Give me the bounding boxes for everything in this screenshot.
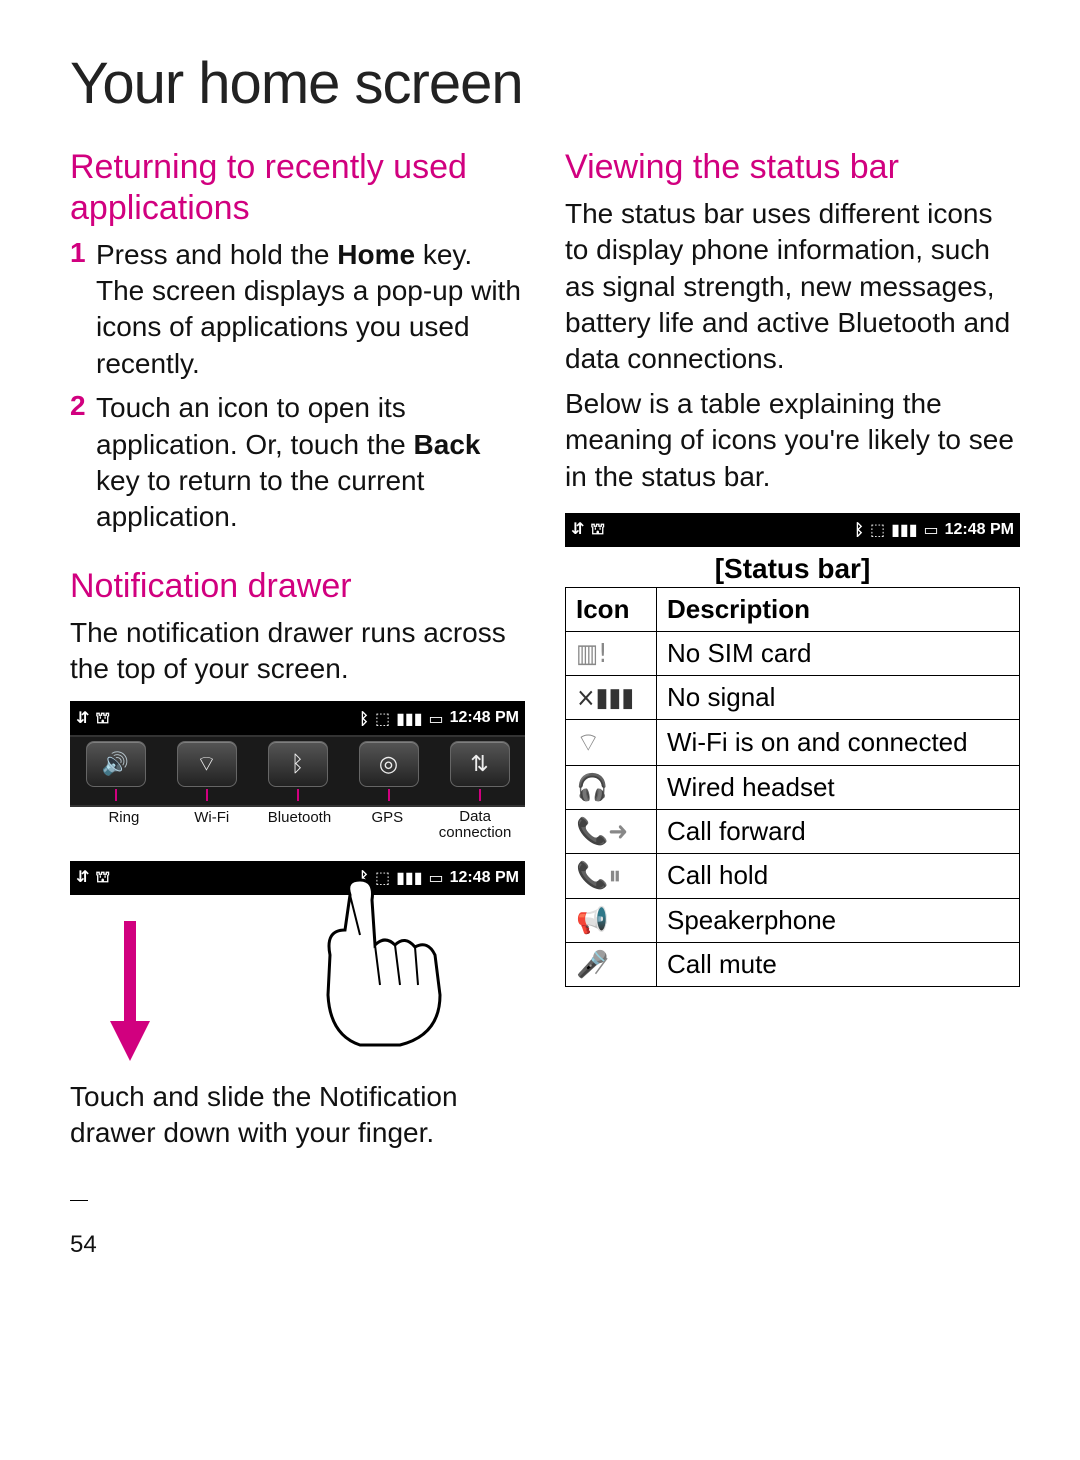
page-number: 54 [70,1231,1020,1259]
data-status-icon: ⬚ [375,709,390,728]
speakerphone-icon: 📢 [576,906,608,936]
call-mute-icon: 🎤̷ [576,950,608,980]
returning-heading: Returning to recently used applications [70,147,525,229]
battery-status-icon: ▭ [924,520,939,539]
bluetooth-status-icon: ᛒ [854,520,864,539]
status-time-1: 12:48 PM [450,709,519,727]
notification-drawer-body: The notification drawer runs across the … [70,615,525,688]
header-icon: Icon [566,587,657,631]
table-row: 🎧 Wired headset [566,765,1020,809]
data-toggle[interactable]: ⇅ [434,737,525,805]
step-1-bold: Home [337,239,415,270]
status-bar-caption: [Status bar] [565,553,1020,585]
status-bar-sample-3: ⇵ ⛫ ᛒ ⬚ ▮▮▮ ▭ 12:48 PM [565,513,1020,547]
debug-icon: ⛫ [95,867,110,888]
header-description: Description [657,587,1020,631]
ring-toggle-label: Ring [80,809,168,841]
quick-toggle-row: 🔊 ⌔ ᛒ ◎ ⇅ [70,735,525,807]
wifi-icon: ⌔ [196,750,217,778]
no-signal-icon: ×▮▮▮ [576,683,634,713]
usb-icon: ⇵ [76,867,89,888]
usb-icon: ⇵ [76,708,89,729]
call-mute-desc: Call mute [657,942,1020,986]
viewing-status-bar-body-2: Below is a table explaining the meaning … [565,386,1020,495]
ring-toggle[interactable]: 🔊 [70,737,161,805]
step-2-post: key to return to the current application… [96,465,424,532]
bluetooth-status-icon: ᛒ [359,709,369,728]
step-1-pre: Press and hold the [96,239,337,270]
table-header-row: Icon Description [566,587,1020,631]
call-forward-desc: Call forward [657,809,1020,853]
no-signal-desc: No signal [657,675,1020,719]
battery-status-icon: ▭ [429,709,444,728]
hand-pointer-icon [290,875,470,1055]
table-row: 📞⏸ Call hold [566,853,1020,898]
step-1-number: 1 [70,237,96,383]
wifi-toggle-label: Wi-Fi [168,809,256,841]
no-sim-icon: ▥! [576,639,607,669]
data-status-icon: ⬚ [870,520,885,539]
wired-headset-icon: 🎧 [576,773,608,803]
signal-status-icon: ▮▮▮ [891,520,917,539]
notification-drawer-figure: ⇵ ⛫ ᛒ ⬚ ▮▮▮ ▭ 12:48 PM 🔊 [70,701,525,841]
bluetooth-toggle-label: Bluetooth [256,809,344,841]
step-2-bold: Back [414,429,481,460]
step-2-number: 2 [70,390,96,536]
wifi-connected-icon: ⌔ [576,728,600,758]
table-row: 📞➜ Call forward [566,809,1020,853]
debug-icon: ⛫ [95,708,110,729]
status-bar-sample-1: ⇵ ⛫ ᛒ ⬚ ▮▮▮ ▭ 12:48 PM [70,701,525,735]
wired-headset-desc: Wired headset [657,765,1020,809]
call-hold-icon: 📞⏸ [576,861,621,891]
status-time-3: 12:48 PM [945,521,1014,539]
left-column: Returning to recently used applications … [70,137,525,1160]
bluetooth-icon: ᛒ [291,752,304,777]
status-icon-table: Icon Description ▥! No SIM card ×▮▮▮ No … [565,587,1020,987]
bluetooth-toggle[interactable]: ᛒ [252,737,343,805]
no-sim-desc: No SIM card [657,631,1020,675]
signal-status-icon: ▮▮▮ [396,709,422,728]
wifi-toggle[interactable]: ⌔ [161,737,252,805]
table-row: ⌔ Wi-Fi is on and connected [566,719,1020,765]
table-row: ×▮▮▮ No signal [566,675,1020,719]
data-icon: ⇅ [470,752,488,777]
call-hold-desc: Call hold [657,853,1020,898]
gps-toggle-label: GPS [343,809,431,841]
usb-icon: ⇵ [571,519,584,540]
debug-icon: ⛫ [590,519,605,540]
page-title: Your home screen [70,50,1020,117]
slide-caption: Touch and slide the Notification drawer … [70,1079,525,1152]
table-row: ▥! No SIM card [566,631,1020,675]
speakerphone-desc: Speakerphone [657,898,1020,942]
step-2: 2 Touch an icon to open its application.… [70,390,525,536]
notification-drawer-heading: Notification drawer [70,566,525,607]
drag-arrow-icon [110,921,150,1061]
call-forward-icon: 📞➜ [576,817,628,847]
right-column: Viewing the status bar The status bar us… [565,137,1020,1160]
table-row: 🎤̷ Call mute [566,942,1020,986]
step-1-text: Press and hold the Home key. The screen … [96,237,525,383]
viewing-status-bar-body-1: The status bar uses different icons to d… [565,196,1020,378]
volume-icon: 🔊 [102,752,129,777]
wifi-connected-desc: Wi-Fi is on and connected [657,719,1020,765]
gps-toggle[interactable]: ◎ [343,737,434,805]
step-1: 1 Press and hold the Home key. The scree… [70,237,525,383]
gps-icon: ◎ [379,752,398,777]
drag-illustration: ⇵ ⛫ ᛒ ⬚ ▮▮▮ ▭ 12:48 PM [70,861,525,1071]
viewing-status-bar-heading: Viewing the status bar [565,147,1020,188]
step-2-text: Touch an icon to open its application. O… [96,390,525,536]
data-toggle-label: Data connection [431,809,519,841]
table-row: 📢 Speakerphone [566,898,1020,942]
step-2-pre: Touch an icon to open its application. O… [96,392,414,459]
